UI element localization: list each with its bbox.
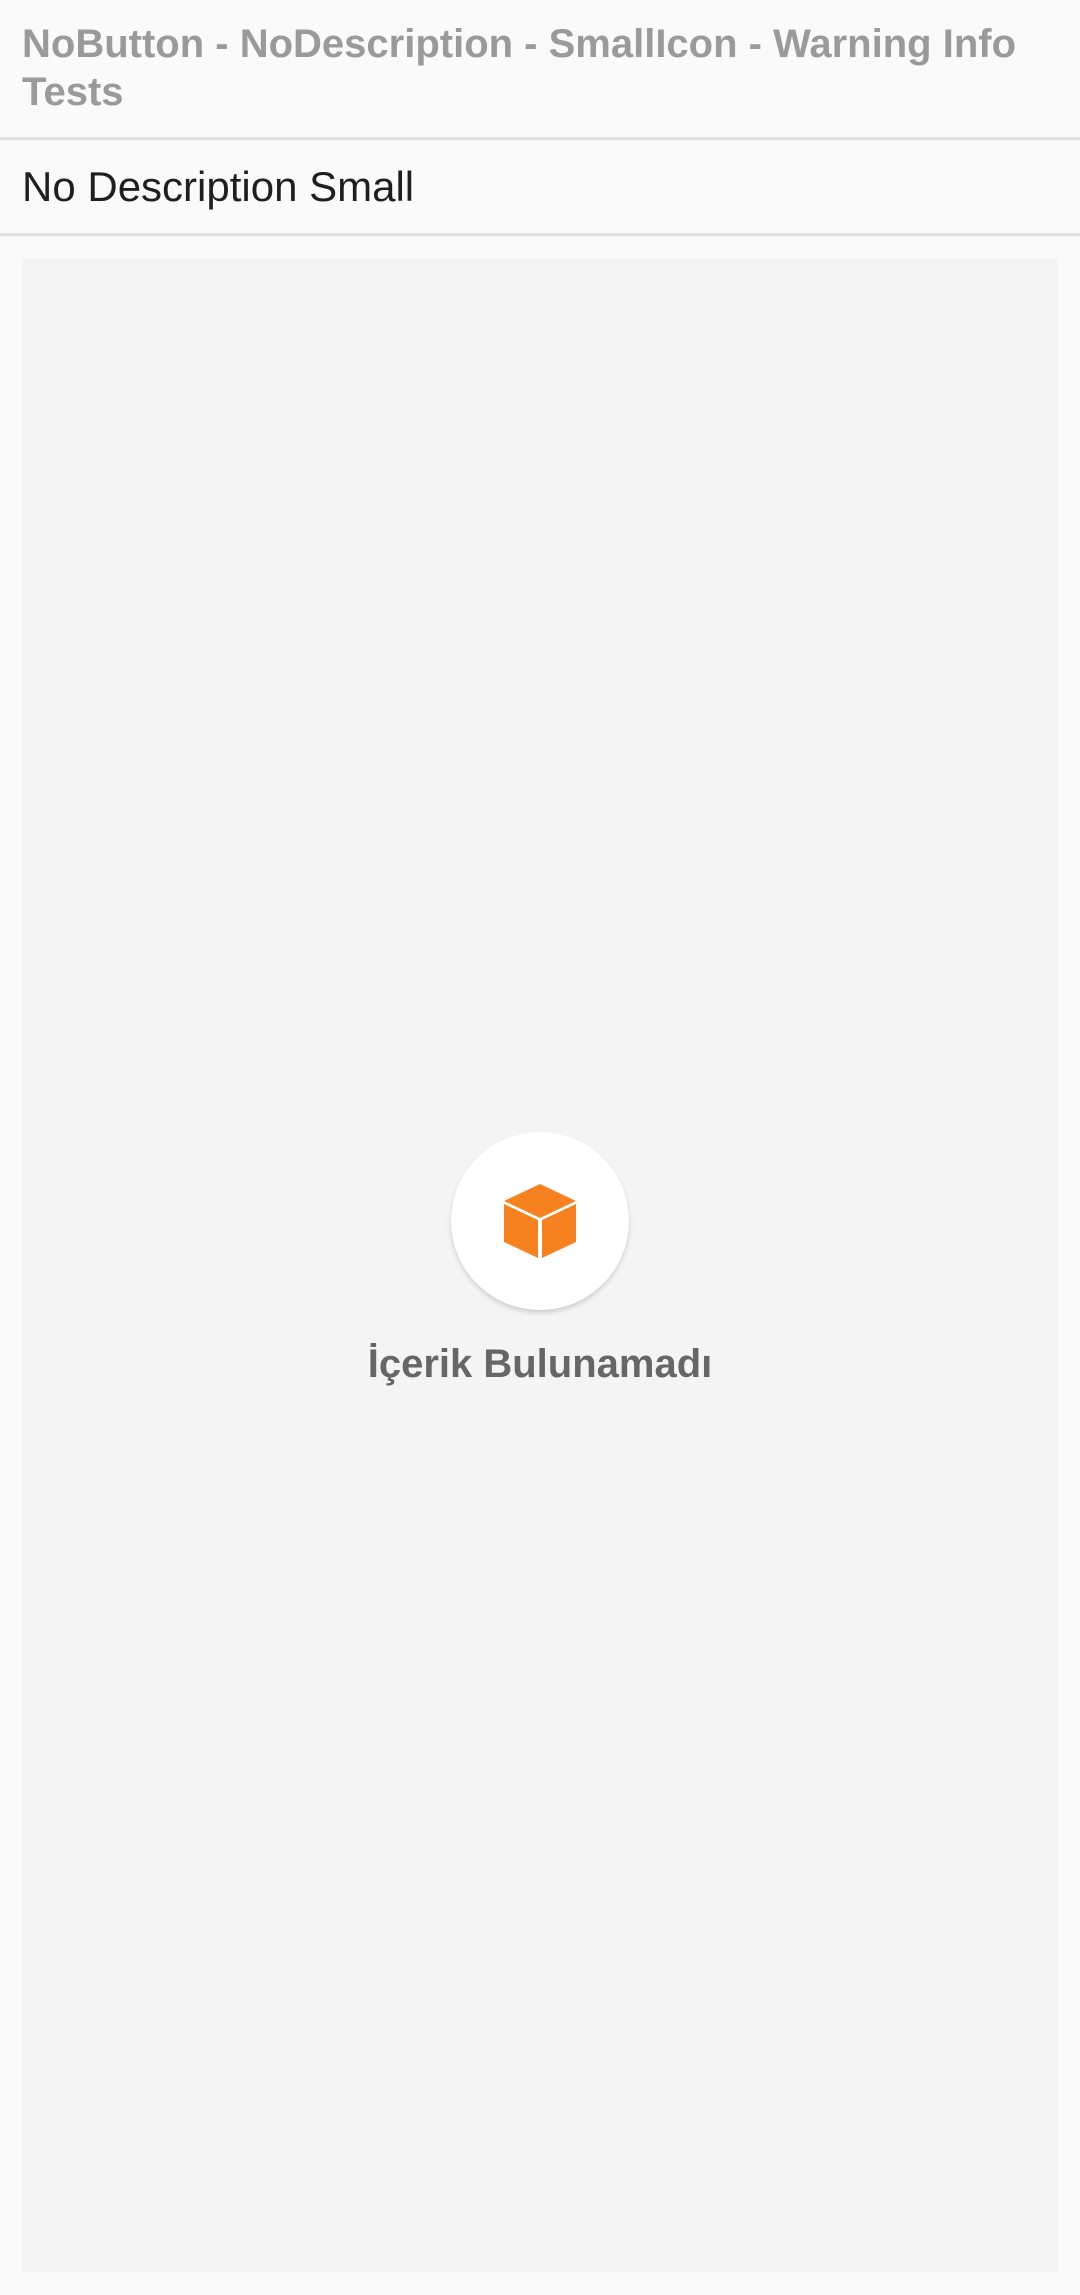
app-header: NoButton - NoDescription - SmallIcon - W…: [0, 0, 1080, 140]
page-title: NoButton - NoDescription - SmallIcon - W…: [22, 22, 1017, 114]
section-header: No Description Small: [0, 140, 1080, 236]
empty-state-message: İçerik Bulunamadı: [367, 1342, 713, 1386]
screen: { "header": { "title": "NoButton - NoDes…: [0, 0, 1080, 2295]
section-title: No Description Small: [22, 163, 415, 210]
empty-state-panel: İçerik Bulunamadı: [22, 258, 1058, 2272]
empty-state-icon-container: [451, 1132, 629, 1310]
box-icon: [504, 1184, 576, 1258]
